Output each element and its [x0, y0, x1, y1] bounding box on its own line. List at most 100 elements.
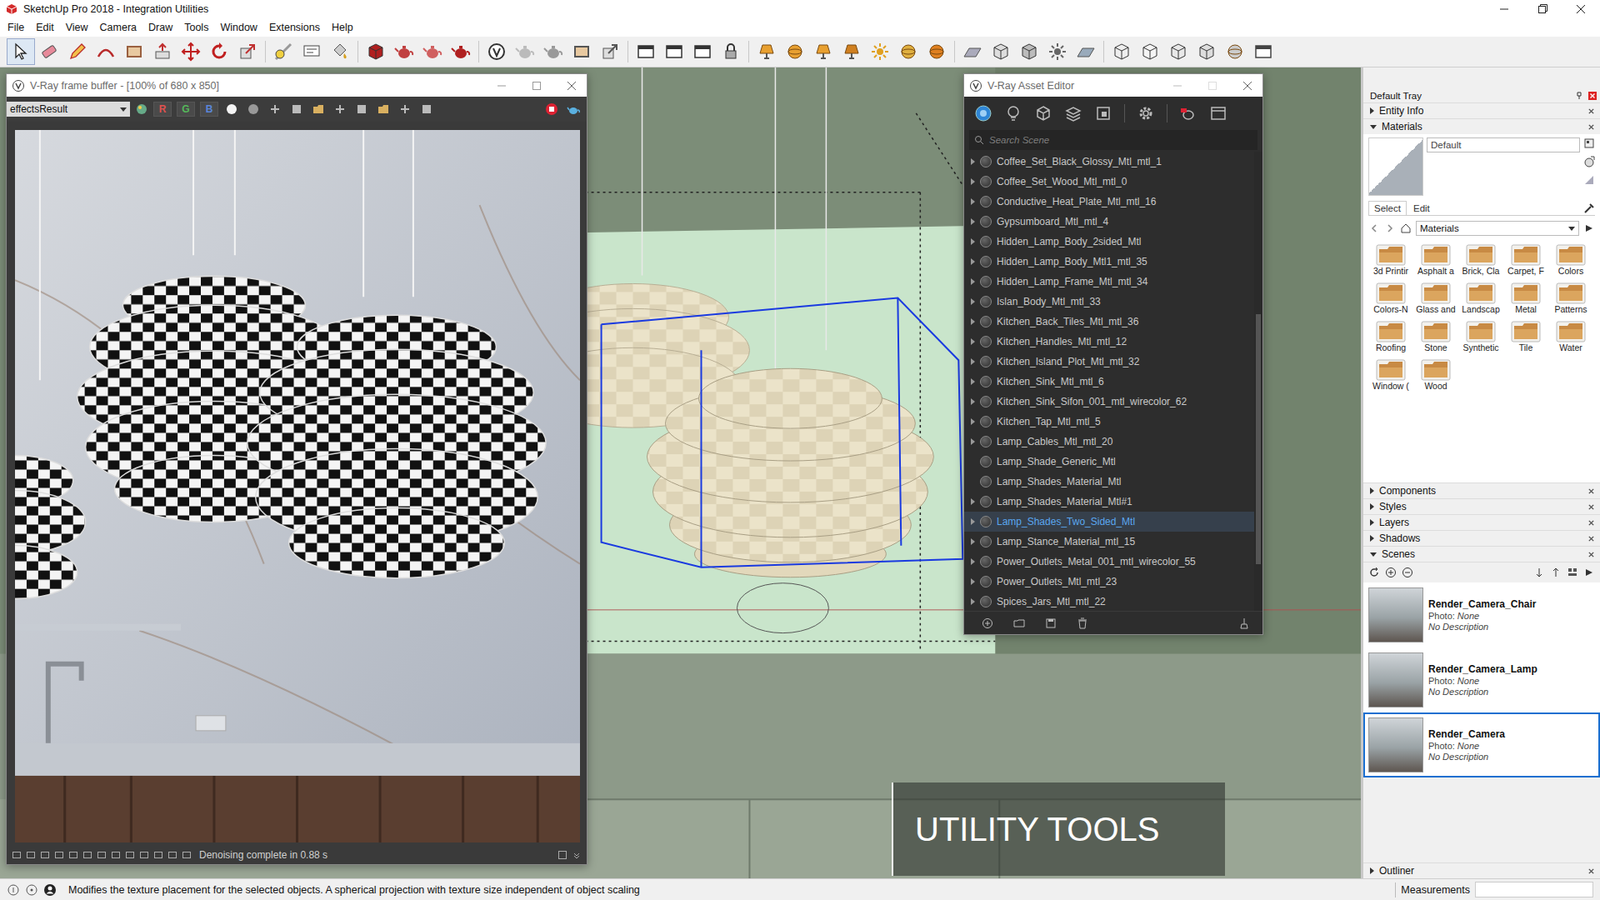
- move-up-icon[interactable]: [1550, 566, 1562, 579]
- list-scrollbar[interactable]: [1254, 151, 1263, 611]
- details-arrow-icon[interactable]: [1583, 222, 1595, 235]
- stat-4-icon[interactable]: [54, 850, 65, 860]
- stat-8-icon[interactable]: [110, 850, 121, 860]
- material-row[interactable]: Spices_Jars_Mtl_mtl_22: [964, 591, 1255, 611]
- material-folder[interactable]: Brick, Cla: [1458, 240, 1504, 276]
- material-row[interactable]: Hidden_Lamp_Frame_Mtl_mtl_34: [964, 271, 1255, 292]
- menu-item[interactable]: File: [1, 20, 30, 35]
- toolbar-button[interactable]: [688, 38, 717, 65]
- library-dropdown[interactable]: Materials: [1415, 220, 1580, 236]
- close-icon[interactable]: [1587, 519, 1595, 527]
- front-lamp[interactable]: [647, 368, 935, 633]
- material-folder[interactable]: Patterns: [1548, 279, 1594, 315]
- toolbar-button[interactable]: [958, 38, 987, 65]
- tray-section[interactable]: Materials: [1363, 118, 1600, 135]
- white-point-icon[interactable]: [246, 102, 260, 116]
- close-icon[interactable]: [1587, 123, 1595, 131]
- pixel-icon[interactable]: [398, 102, 412, 116]
- save-icon[interactable]: [1044, 616, 1058, 630]
- toolbar-button[interactable]: [837, 38, 866, 65]
- toolbar-button[interactable]: [780, 38, 810, 65]
- toolbar-button[interactable]: [809, 38, 838, 65]
- toolbar-button[interactable]: [660, 38, 689, 65]
- toolbar-button[interactable]: [865, 38, 895, 65]
- material-row[interactable]: Coffee_Set_Wood_Mtl_mtl_0: [964, 171, 1255, 192]
- close-icon[interactable]: [1587, 503, 1595, 511]
- material-row[interactable]: Lamp_Shades_Material_Mtl#1: [964, 491, 1255, 512]
- material-folder[interactable]: Carpet, F: [1503, 240, 1549, 276]
- create-material-icon[interactable]: [1583, 155, 1595, 168]
- toolbar-button[interactable]: [325, 38, 355, 65]
- restore-icon[interactable]: [1523, 0, 1562, 19]
- geometry-icon[interactable]: [1034, 104, 1053, 123]
- channel-toggle[interactable]: G: [176, 101, 195, 117]
- display-secondary-icon[interactable]: [1583, 137, 1595, 150]
- toolbar-button[interactable]: [482, 38, 511, 65]
- credits-icon[interactable]: [25, 883, 39, 897]
- tray-section[interactable]: Styles: [1363, 498, 1600, 515]
- material-row[interactable]: Kitchen_Sink_Mtl_mtl_6: [964, 371, 1255, 392]
- minimize-icon[interactable]: [1485, 0, 1524, 19]
- pin-icon[interactable]: [1575, 91, 1584, 100]
- material-folder[interactable]: Colors-N: [1368, 279, 1414, 315]
- toolbar-button[interactable]: [297, 38, 326, 65]
- open-folder-icon[interactable]: [1012, 616, 1026, 630]
- toolbar-button[interactable]: [1043, 38, 1072, 65]
- stat-7-icon[interactable]: [96, 850, 107, 860]
- toolbar-button[interactable]: [1071, 38, 1100, 65]
- material-row[interactable]: Hidden_Lamp_Body_2sided_Mtl: [964, 231, 1255, 252]
- toolbar-button[interactable]: [1135, 38, 1165, 65]
- toolbar-button[interactable]: [1249, 38, 1278, 65]
- add-asset-icon[interactable]: [980, 616, 995, 630]
- tray-section[interactable]: Layers: [1363, 514, 1600, 530]
- material-folder[interactable]: Water: [1548, 317, 1594, 353]
- tray-section[interactable]: Scenes: [1363, 545, 1600, 562]
- stat-10-icon[interactable]: [139, 850, 150, 860]
- close-icon[interactable]: [1587, 107, 1595, 115]
- scene-item[interactable]: Render_Camera_LampPhoto: NoneNo Descript…: [1363, 647, 1600, 713]
- toolbar-button[interactable]: [148, 38, 177, 65]
- material-row[interactable]: Kitchen_Island_Plot_Mtl_mtl_32: [964, 351, 1255, 372]
- close-icon[interactable]: [556, 75, 587, 97]
- lights-icon[interactable]: [1004, 104, 1023, 123]
- textures-icon[interactable]: [1094, 104, 1113, 123]
- material-row[interactable]: Kitchen_Tap_Mtl_mtl_5: [964, 411, 1255, 432]
- tray-section[interactable]: Components: [1363, 482, 1600, 499]
- refresh-icon[interactable]: [1368, 566, 1380, 579]
- geo-location-icon[interactable]: [6, 883, 20, 897]
- toolbar-button[interactable]: [120, 38, 149, 65]
- purge-icon[interactable]: [1237, 616, 1251, 630]
- minimize-icon[interactable]: [1162, 75, 1193, 97]
- color-icon[interactable]: [225, 102, 239, 116]
- close-icon[interactable]: [1587, 535, 1595, 543]
- maximize-icon[interactable]: [1197, 75, 1228, 97]
- material-folder[interactable]: Landscap: [1458, 279, 1504, 315]
- toolbar-button[interactable]: [752, 38, 781, 65]
- forward-arrow-icon[interactable]: [1384, 222, 1396, 235]
- stat-9-icon[interactable]: [125, 850, 135, 860]
- toolbar-button[interactable]: [894, 38, 923, 65]
- material-row[interactable]: Lamp_Shades_Material_Mtl: [964, 471, 1255, 492]
- panel-toggle-icon[interactable]: [557, 850, 568, 860]
- close-icon[interactable]: [1587, 867, 1595, 875]
- stat-3-icon[interactable]: [40, 850, 50, 860]
- material-row[interactable]: Lamp_Shade_Generic_Mtl: [964, 451, 1255, 472]
- toolbar-button[interactable]: [1107, 38, 1136, 65]
- toolbar-button[interactable]: [91, 38, 120, 65]
- stat-5-icon[interactable]: [68, 850, 79, 860]
- toolbar-button[interactable]: [631, 38, 660, 65]
- render-elements-icon[interactable]: [1064, 104, 1083, 123]
- toolbar-button[interactable]: [205, 38, 234, 65]
- stat-11-icon[interactable]: [153, 850, 164, 860]
- menu-item[interactable]: Edit: [30, 20, 60, 35]
- sample-paint-icon[interactable]: [1583, 202, 1595, 215]
- material-row[interactable]: Kitchen_Sink_Sifon_001_mtl_wirecolor_62: [964, 391, 1255, 412]
- close-icon[interactable]: [1587, 550, 1595, 559]
- toolbar-button[interactable]: [446, 38, 475, 65]
- menu-item[interactable]: Tools: [178, 20, 215, 35]
- toolbar-button[interactable]: [390, 38, 419, 65]
- add-scene-icon[interactable]: [1385, 566, 1397, 579]
- close-icon[interactable]: [1232, 75, 1263, 97]
- material-row[interactable]: Lamp_Cables_Mtl_mtl_20: [964, 431, 1255, 452]
- material-folder[interactable]: Roofing: [1368, 317, 1414, 353]
